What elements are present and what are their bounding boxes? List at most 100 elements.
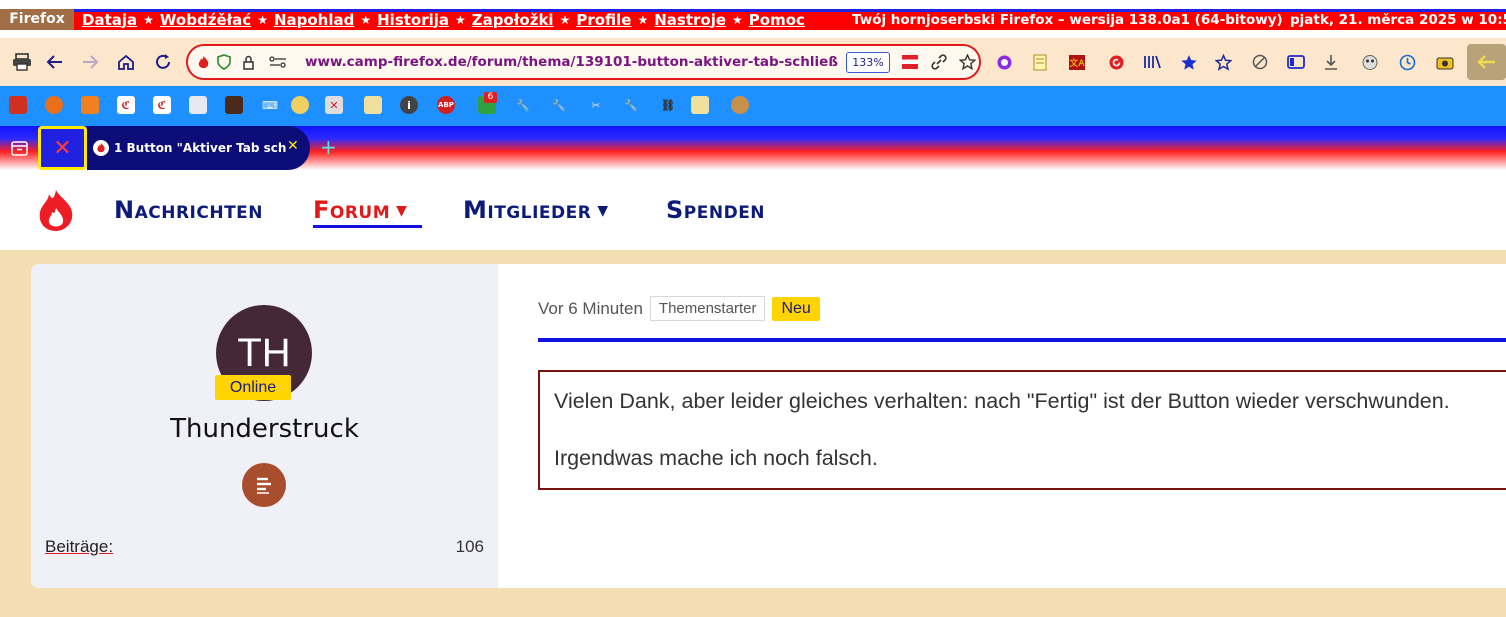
zip-bookmark-icon[interactable] bbox=[364, 96, 382, 114]
nav-news-label: Nachrichten bbox=[114, 196, 264, 224]
keyboard-bookmark-icon[interactable]: ⌨ bbox=[261, 96, 279, 114]
svg-text:文A: 文A bbox=[1069, 57, 1085, 69]
tab-title: 1 Button "Aktiver Tab schließ bbox=[114, 141, 286, 155]
close-icon: ✕ bbox=[53, 135, 72, 161]
url-bar[interactable]: www.camp-firefox.de/forum/thema/139101-b… bbox=[186, 44, 981, 80]
library-icon[interactable] bbox=[1139, 38, 1165, 86]
posts-count: 106 bbox=[455, 537, 484, 556]
tab-favicon-icon bbox=[93, 140, 109, 156]
clock-datetime: pjatk, 21. měrca 2025 w 10:5 bbox=[1290, 12, 1506, 28]
new-badge: Neu bbox=[772, 296, 820, 321]
wrench2-bookmark-icon[interactable]: 🔧 bbox=[550, 96, 568, 114]
nav-donate-link[interactable]: Spenden bbox=[666, 196, 765, 224]
site-flame-logo[interactable] bbox=[34, 188, 78, 232]
folder-bookmark-icon[interactable] bbox=[691, 96, 709, 114]
forward-arrow-icon[interactable] bbox=[75, 38, 105, 86]
nav-members-link[interactable]: Mitglieder ▼ bbox=[463, 196, 609, 225]
avatar-initials: TH bbox=[237, 330, 291, 375]
site-flame-icon[interactable] bbox=[194, 46, 212, 78]
nav-members-label: Mitglieder bbox=[463, 196, 592, 224]
menu-separator: ★ bbox=[257, 13, 268, 27]
adblock-bookmark-icon[interactable]: ABP bbox=[437, 96, 455, 114]
menu-separator: ★ bbox=[143, 13, 154, 27]
posts-label[interactable]: Beiträge: bbox=[45, 537, 113, 557]
tab-list-icon[interactable] bbox=[8, 138, 30, 158]
url-text[interactable]: www.camp-firefox.de/forum/thema/139101-b… bbox=[305, 53, 838, 71]
tab-bar: ✕ 1 Button "Aktiver Tab schließ ✕ + bbox=[0, 126, 1506, 170]
menu-item-edit[interactable]: Wobdźěłać bbox=[160, 11, 251, 29]
camp2-bookmark-icon[interactable]: ℭ bbox=[153, 96, 171, 114]
tab-close-icon[interactable]: ✕ bbox=[287, 138, 299, 154]
reload-extension-icon[interactable] bbox=[1103, 38, 1129, 86]
screenshot-camera-icon[interactable] bbox=[1432, 38, 1458, 86]
menu-item-bookmarks[interactable]: Zapołožki bbox=[472, 11, 554, 29]
post-paragraph: Irgendwas mache ich noch falsch. bbox=[554, 446, 878, 470]
exit-arrow-icon[interactable] bbox=[1467, 44, 1506, 80]
menu-bar: Firefox Dataja ★ Wobdźěłać ★ Napohlad ★ … bbox=[0, 0, 1506, 38]
cookie-bookmark-icon[interactable] bbox=[731, 96, 749, 114]
firefox-view-icon[interactable] bbox=[991, 38, 1017, 86]
download-icon[interactable] bbox=[1318, 38, 1344, 86]
bookmark-manager-icon[interactable] bbox=[1210, 38, 1236, 86]
bookmarks-toolbar: ℭ ℭ ⌨ ✕ i ABP 6 🔧 🔧 ✂ 🔧 ⛓ bbox=[0, 86, 1506, 126]
post-author-panel: TH Online Thunderstruck Beiträge: 106 bbox=[31, 264, 498, 588]
new-tab-button[interactable]: + bbox=[320, 137, 337, 157]
wrench-bookmark-icon[interactable]: 🔧 bbox=[514, 96, 532, 114]
camp-bookmark-icon[interactable]: ℭ bbox=[117, 96, 135, 114]
notification-badge: 6 bbox=[484, 92, 497, 103]
tab-active[interactable]: 1 Button "Aktiver Tab schließ ✕ bbox=[87, 126, 310, 170]
calendar-bookmark-icon[interactable] bbox=[9, 96, 27, 114]
post-timestamp[interactable]: Vor 6 Minuten bbox=[538, 299, 643, 319]
bookmarks-star-icon[interactable] bbox=[1176, 38, 1202, 86]
permissions-icon[interactable] bbox=[266, 46, 290, 78]
mask-icon[interactable] bbox=[1357, 38, 1383, 86]
chevron-down-icon: ▼ bbox=[396, 203, 408, 219]
delete-bookmark-icon[interactable]: ✕ bbox=[325, 96, 343, 114]
sidebar-toggle-icon[interactable] bbox=[1283, 38, 1309, 86]
wrench3-bookmark-icon[interactable]: 🔧 bbox=[622, 96, 640, 114]
online-status-badge: Online bbox=[215, 375, 291, 400]
notes-icon[interactable] bbox=[1027, 38, 1053, 86]
firefox-bookmark-icon[interactable] bbox=[45, 96, 63, 114]
app-name[interactable]: Firefox bbox=[0, 9, 74, 30]
menu-item-history[interactable]: Historija bbox=[377, 11, 449, 29]
nav-forum-link[interactable]: Forum ▼ bbox=[313, 196, 407, 225]
bookmark-star-icon[interactable] bbox=[956, 46, 978, 78]
link-icon[interactable] bbox=[928, 46, 950, 78]
link-bookmark-icon[interactable]: ⛓ bbox=[659, 96, 677, 114]
translate-icon[interactable]: 文A bbox=[1064, 38, 1090, 86]
menu-item-file[interactable]: Dataja bbox=[82, 11, 137, 29]
grid-bookmark-icon[interactable] bbox=[189, 96, 207, 114]
home-icon[interactable] bbox=[111, 38, 141, 86]
weather-bookmark-icon[interactable] bbox=[291, 96, 309, 114]
menu-item-view[interactable]: Napohlad bbox=[274, 11, 354, 29]
post-paragraph: Vielen Dank, aber leider gleiches verhal… bbox=[554, 389, 1450, 413]
addons-bookmark-icon[interactable] bbox=[81, 96, 99, 114]
menu-item-tools[interactable]: Nastroje bbox=[654, 11, 726, 29]
rank-list-icon[interactable] bbox=[242, 463, 286, 507]
menu-separator: ★ bbox=[360, 13, 372, 27]
forum-post: TH Online Thunderstruck Beiträge: 106 Vo… bbox=[31, 264, 1506, 588]
menu-item-profiles[interactable]: Profile bbox=[576, 11, 631, 29]
back-arrow-icon[interactable] bbox=[40, 38, 70, 86]
tools-bookmark-icon[interactable]: ✂ bbox=[587, 96, 605, 114]
close-active-tab-button[interactable]: ✕ bbox=[38, 126, 87, 170]
nav-news-link[interactable]: Nachrichten bbox=[114, 196, 263, 224]
chevron-down-icon: ▼ bbox=[597, 203, 609, 219]
tracking-shield-icon[interactable] bbox=[214, 46, 234, 78]
info-bookmark-icon[interactable]: i bbox=[400, 96, 418, 114]
menu-separator: ★ bbox=[559, 13, 571, 27]
no-tracking-icon[interactable] bbox=[1247, 38, 1273, 86]
toolbox-bookmark-icon[interactable] bbox=[225, 96, 243, 114]
lock-icon[interactable] bbox=[238, 46, 258, 78]
author-username[interactable]: Thunderstruck bbox=[31, 414, 498, 444]
zoom-level-button[interactable]: 133% bbox=[846, 52, 890, 73]
language-flag-icon[interactable] bbox=[902, 55, 918, 69]
reload-icon[interactable] bbox=[148, 38, 178, 86]
post-content: Vielen Dank, aber leider gleiches verhal… bbox=[538, 370, 1506, 490]
navigation-toolbar: www.camp-firefox.de/forum/thema/139101-b… bbox=[0, 38, 1506, 86]
print-icon[interactable] bbox=[7, 38, 37, 86]
clock-icon[interactable] bbox=[1394, 38, 1420, 86]
menu-item-help[interactable]: Pomoc bbox=[749, 11, 805, 29]
nav-active-underline bbox=[313, 225, 422, 228]
